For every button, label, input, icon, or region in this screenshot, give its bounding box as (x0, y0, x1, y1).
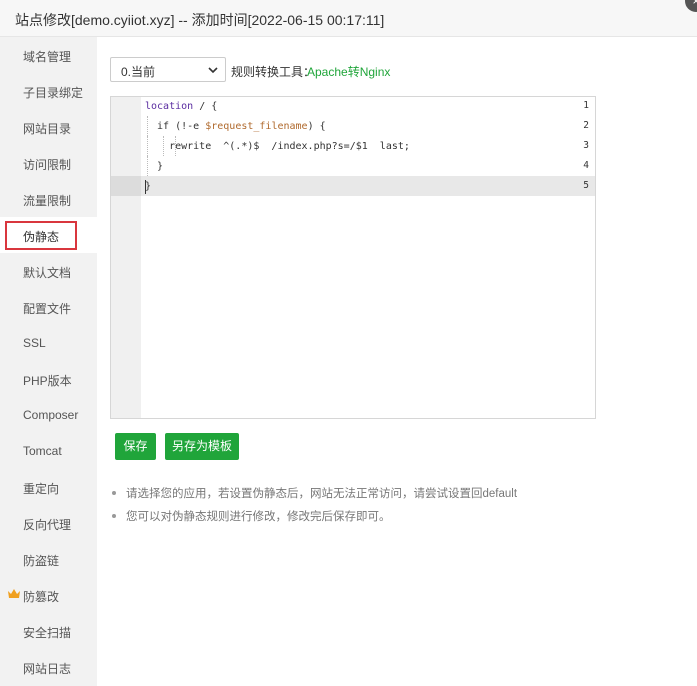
save-as-template-button[interactable]: 另存为模板 (165, 433, 239, 460)
sidebar-item-label: 网站目录 (23, 122, 72, 136)
sidebar-item-composer[interactable]: Composer (0, 397, 97, 433)
code-text: / { (193, 101, 218, 112)
text-cursor (145, 180, 146, 194)
code-line: if (!-e $request_filename) { (145, 117, 326, 137)
sidebar-item-tomcat[interactable]: Tomcat (0, 433, 97, 469)
sidebar-item-label: 反向代理 (23, 518, 72, 532)
sidebar-item-access-limit[interactable]: 访问限制 (0, 145, 97, 181)
sidebar-item-label: SSL (23, 336, 46, 350)
sidebar-item-site-log[interactable]: 网站日志 (0, 649, 97, 685)
sidebar-item-site-dir[interactable]: 网站目录 (0, 109, 97, 145)
dialog-title: 站点修改[demo.cyiiot.xyz] -- 添加时间[2022-06-15… (15, 12, 385, 28)
tips-list: 请选择您的应用，若设置伪静态后，网站无法正常访问，请尝试设置回default 您… (110, 485, 680, 531)
sidebar-item-label: 访问限制 (23, 158, 72, 172)
sidebar-item-traffic-limit[interactable]: 流量限制 (0, 181, 97, 217)
sidebar-item-label: 流量限制 (23, 194, 72, 208)
template-select-value: 0.当前 (121, 65, 156, 79)
main-panel: 0.当前 规则转换工具： Apache转Nginx 1 2 3 4 5 loca… (97, 37, 697, 686)
line-number: 2 (583, 120, 589, 131)
crown-icon (8, 589, 20, 598)
sidebar-item-label: 伪静态 (23, 230, 60, 244)
line-number: 3 (583, 140, 589, 151)
code-text: if (!-e (145, 121, 206, 132)
line-number: 4 (583, 160, 589, 171)
sidebar-item-tamper-proof[interactable]: 防篡改 (0, 577, 97, 613)
code-variable: $request_filename (205, 121, 308, 132)
sidebar-item-label: 安全扫描 (23, 626, 72, 640)
sidebar-item-default-doc[interactable]: 默认文档 (0, 253, 97, 289)
code-text: ) { (307, 121, 326, 132)
dialog-titlebar: 站点修改[demo.cyiiot.xyz] -- 添加时间[2022-06-15… (0, 0, 697, 37)
code-line: rewrite ^(.*)$ /index.php?s=/$1 last; (145, 137, 410, 157)
sidebar-item-php-version[interactable]: PHP版本 (0, 361, 97, 397)
converter-label: 规则转换工具： (231, 65, 316, 79)
active-gutter-highlight (111, 176, 141, 196)
sidebar-nav: 域名管理 子目录绑定 网站目录 访问限制 流量限制 伪静态 默认文档 配置文件 … (0, 37, 97, 686)
sidebar-item-redirect[interactable]: 重定向 (0, 469, 97, 505)
sidebar-item-ssl[interactable]: SSL (0, 325, 97, 361)
code-keyword: location (145, 101, 194, 112)
sidebar-item-label: 配置文件 (23, 302, 72, 316)
sidebar-item-label: Tomcat (23, 444, 62, 458)
code-line: } (145, 157, 163, 177)
sidebar-item-label: 域名管理 (23, 50, 72, 64)
active-line-highlight (111, 176, 595, 196)
save-button[interactable]: 保存 (115, 433, 156, 460)
sidebar-item-security-scan[interactable]: 安全扫描 (0, 613, 97, 649)
sidebar-item-label: 网站日志 (23, 662, 72, 676)
sidebar-item-label: PHP版本 (23, 374, 72, 388)
tip-item: 您可以对伪静态规则进行修改，修改完后保存即可。 (110, 508, 680, 531)
sidebar-item-domain[interactable]: 域名管理 (0, 37, 97, 73)
template-select[interactable]: 0.当前 (110, 57, 226, 82)
sidebar-item-label: 重定向 (23, 482, 60, 496)
tip-item: 请选择您的应用，若设置伪静态后，网站无法正常访问，请尝试设置回default (110, 485, 680, 508)
code-line: location / { (145, 97, 217, 117)
code-editor[interactable]: 1 2 3 4 5 location / { if (!-e $request_… (110, 96, 596, 419)
line-gutter (111, 97, 141, 418)
sidebar-item-rewrite[interactable]: 伪静态 (0, 217, 97, 253)
sidebar-item-config-file[interactable]: 配置文件 (0, 289, 97, 325)
chevron-down-icon (208, 67, 218, 74)
sidebar-item-reverse-proxy[interactable]: 反向代理 (0, 505, 97, 541)
code-text: } (145, 161, 164, 172)
sidebar-item-label: 防盗链 (23, 554, 60, 568)
converter-link[interactable]: Apache转Nginx (307, 63, 390, 80)
line-number: 5 (583, 180, 589, 191)
sidebar-item-label: 防篡改 (23, 590, 60, 604)
code-text: rewrite ^(.*)$ /index.php?s=/$1 last; (145, 141, 410, 152)
close-icon[interactable]: × (685, 0, 697, 12)
sidebar-item-label: Composer (23, 408, 79, 422)
line-number: 1 (583, 100, 589, 111)
sidebar-item-hotlink[interactable]: 防盗链 (0, 541, 97, 577)
sidebar-item-label: 默认文档 (23, 266, 72, 280)
sidebar-item-subdir-binding[interactable]: 子目录绑定 (0, 73, 97, 109)
sidebar-item-label: 子目录绑定 (23, 86, 84, 100)
